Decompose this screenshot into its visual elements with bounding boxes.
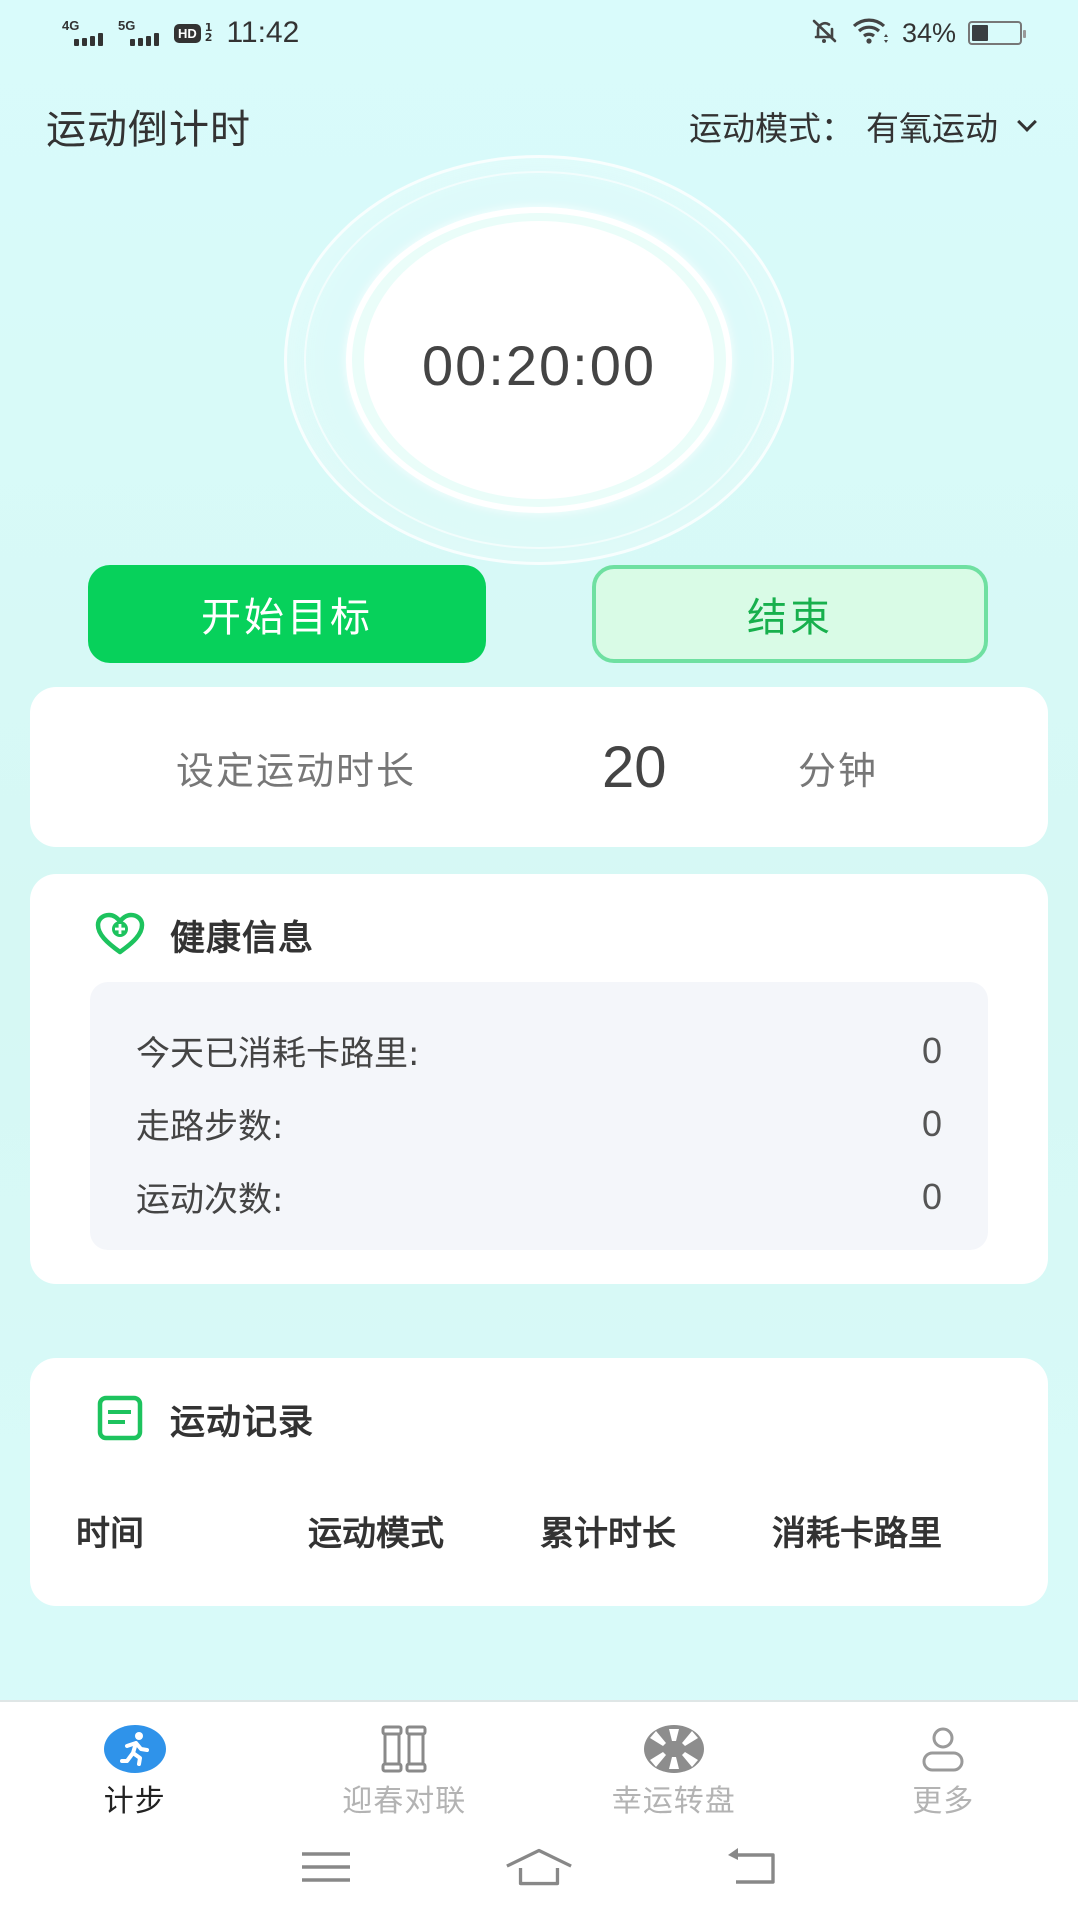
status-bar-right: 34% bbox=[810, 16, 1026, 50]
column-header-mode: 运动模式 bbox=[308, 1514, 444, 1554]
battery-icon bbox=[968, 21, 1026, 45]
tab-label: 幸运转盘 bbox=[611, 1784, 736, 1819]
duration-card: 设定运动时长 20 分钟 bbox=[30, 687, 1048, 847]
tab-label: 计步 bbox=[103, 1784, 166, 1819]
status-time: 11:42 bbox=[226, 16, 300, 49]
tab-label: 更多 bbox=[912, 1784, 975, 1819]
column-header-time: 时间 bbox=[76, 1514, 144, 1554]
column-header-calories: 消耗卡路里 bbox=[772, 1514, 942, 1554]
exercise-mode-dropdown[interactable]: 运动模式： 有氧运动 bbox=[689, 102, 1038, 150]
wheel-icon bbox=[642, 1724, 706, 1774]
home-icon[interactable] bbox=[504, 1838, 574, 1898]
status-bar-left: 4G 5G HD 1 2 11:42 bbox=[62, 16, 299, 50]
start-goal-button[interactable]: 开始目标 bbox=[88, 565, 486, 663]
couplets-icon bbox=[372, 1724, 436, 1774]
hd-voice-icon: HD bbox=[174, 23, 201, 43]
timer-display: 00:20:00 bbox=[422, 334, 656, 397]
tab-step-count[interactable]: 计步 bbox=[0, 1702, 270, 1819]
system-nav-bar bbox=[0, 1818, 1078, 1918]
health-row-label: 走路步数: bbox=[136, 1107, 284, 1147]
page-title: 运动倒计时 bbox=[46, 107, 251, 153]
health-row-calories: 今天已消耗卡路里: 0 bbox=[136, 1014, 942, 1087]
countdown-timer: 00:20:00 bbox=[284, 155, 794, 565]
health-row-value: 0 bbox=[921, 1175, 942, 1217]
tab-couplets[interactable]: 迎春对联 bbox=[270, 1702, 540, 1819]
tab-label: 迎春对联 bbox=[342, 1784, 467, 1819]
health-title: 健康信息 bbox=[170, 919, 315, 959]
battery-level-fill bbox=[972, 25, 988, 41]
wifi-icon bbox=[852, 16, 890, 50]
heart-plus-icon bbox=[94, 912, 146, 960]
health-info-card: 健康信息 今天已消耗卡路里: 0 走路步数: 0 运动次数: 0 bbox=[30, 874, 1048, 1284]
chevron-down-icon bbox=[1017, 112, 1037, 132]
health-header: 健康信息 bbox=[94, 910, 314, 961]
bell-off-icon bbox=[810, 16, 840, 50]
health-row-steps: 走路步数: 0 bbox=[136, 1087, 942, 1160]
health-row-label: 运动次数: bbox=[136, 1180, 284, 1220]
battery-percent: 34% bbox=[901, 17, 956, 48]
signal-4g-icon: 4G bbox=[62, 18, 106, 48]
column-header-duration: 累计时长 bbox=[540, 1514, 676, 1554]
tab-more[interactable]: 更多 bbox=[809, 1702, 1078, 1819]
tab-lucky-wheel[interactable]: 幸运转盘 bbox=[539, 1702, 809, 1819]
health-row-value: 0 bbox=[921, 1102, 942, 1144]
hd-sim-indicator: 1 2 bbox=[204, 22, 213, 44]
status-bar: 4G 5G HD 1 2 11:42 34% bbox=[0, 0, 1078, 66]
health-row-value: 0 bbox=[921, 1029, 942, 1071]
records-title: 运动记录 bbox=[170, 1403, 315, 1443]
network-type-2: 5G bbox=[118, 18, 136, 33]
mode-label: 运动模式： bbox=[689, 109, 854, 148]
mode-value: 有氧运动 bbox=[866, 109, 998, 148]
menu-icon[interactable] bbox=[291, 1838, 361, 1898]
records-card: 运动记录 时间 运动模式 累计时长 消耗卡路里 bbox=[30, 1358, 1048, 1606]
document-icon bbox=[94, 1395, 146, 1445]
user-icon bbox=[911, 1724, 975, 1774]
bottom-tab-bar: 计步 迎春对联 幸运转盘 更多 bbox=[0, 1700, 1078, 1819]
back-icon[interactable] bbox=[717, 1838, 787, 1898]
running-icon bbox=[103, 1724, 167, 1774]
records-header: 运动记录 bbox=[94, 1394, 314, 1445]
end-button[interactable]: 结束 bbox=[592, 565, 988, 663]
health-row-sessions: 运动次数: 0 bbox=[136, 1160, 942, 1233]
health-stats: 今天已消耗卡路里: 0 走路步数: 0 运动次数: 0 bbox=[90, 982, 988, 1250]
app-header: 运动倒计时 运动模式： 有氧运动 bbox=[46, 94, 1038, 158]
health-row-label: 今天已消耗卡路里: bbox=[136, 1034, 420, 1074]
records-table-header: 时间 运动模式 累计时长 消耗卡路里 bbox=[30, 1506, 1048, 1556]
signal-5g-icon: 5G bbox=[118, 18, 162, 48]
duration-label: 设定运动时长 bbox=[176, 748, 417, 793]
hd-sub-bottom: 2 bbox=[204, 31, 213, 44]
duration-unit: 分钟 bbox=[798, 748, 879, 793]
duration-value[interactable]: 20 bbox=[602, 734, 667, 801]
network-type-1: 4G bbox=[62, 18, 80, 33]
